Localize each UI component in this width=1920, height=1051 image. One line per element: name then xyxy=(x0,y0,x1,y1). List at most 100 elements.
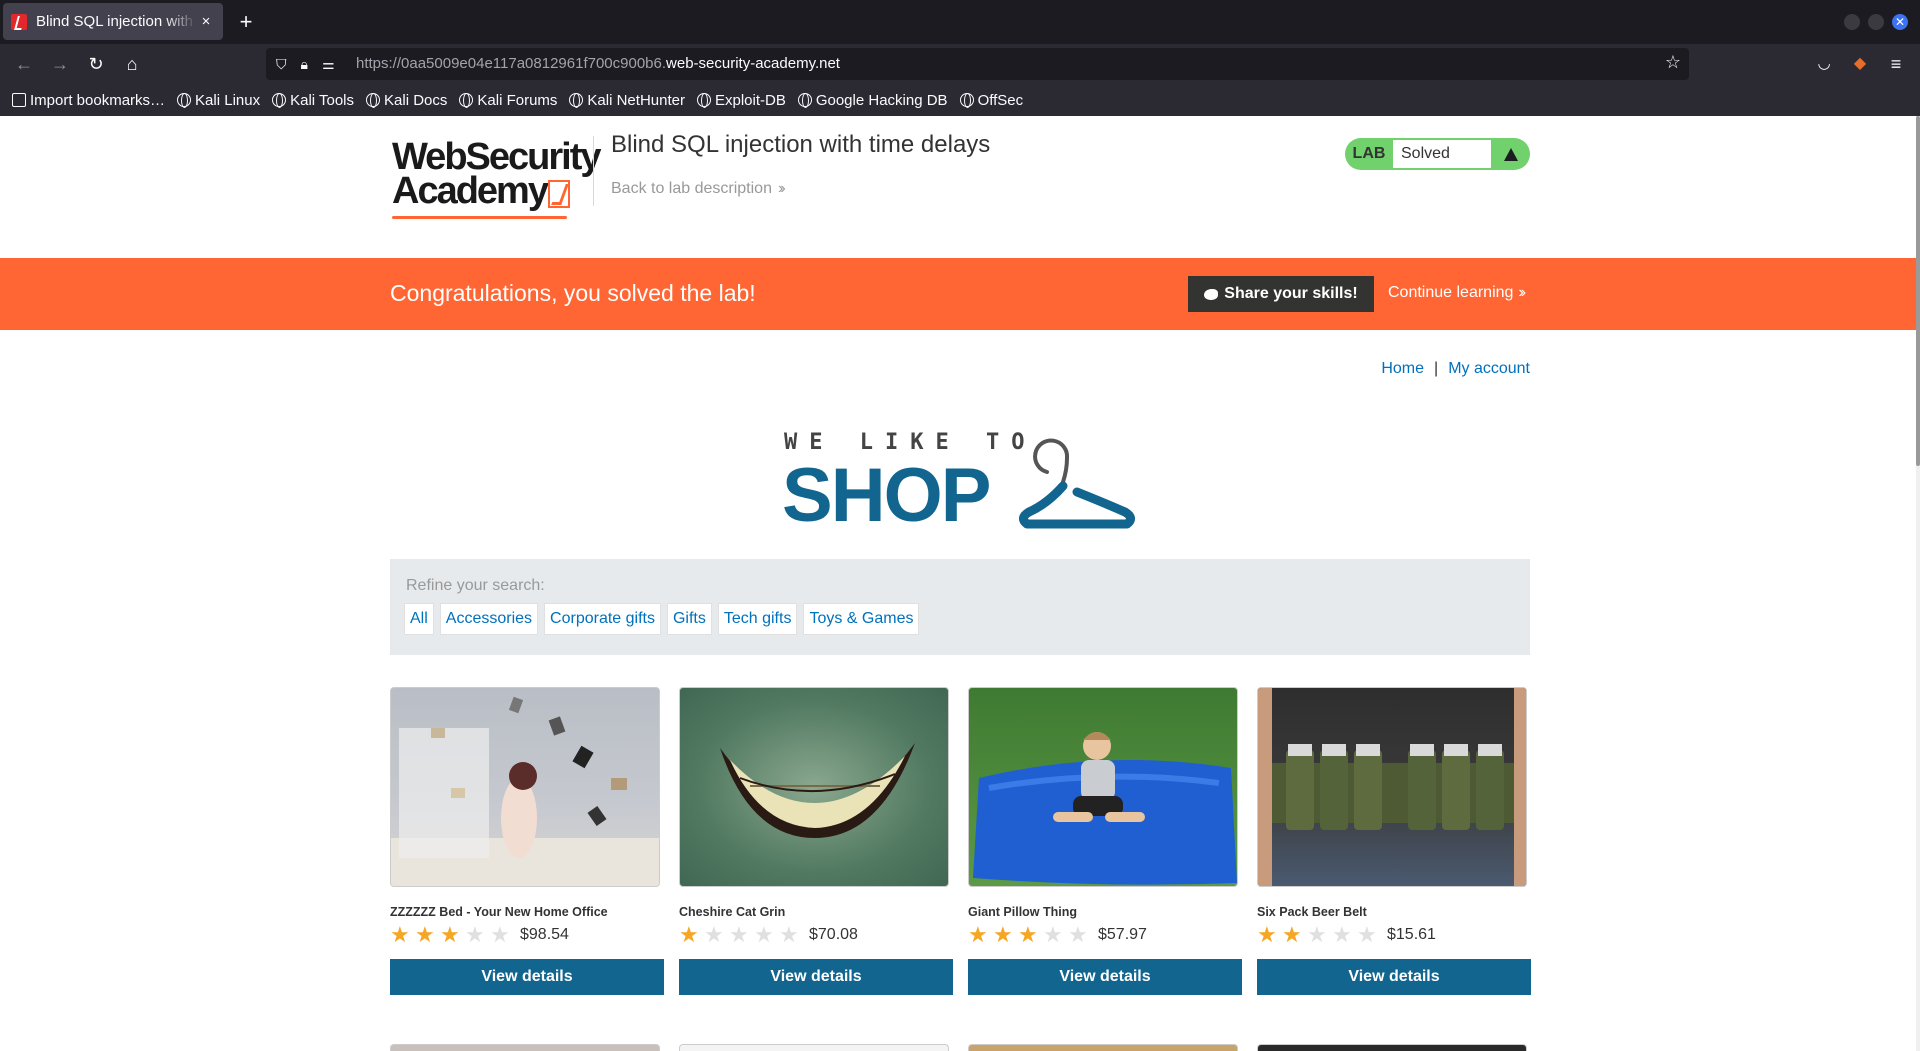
back-arrow-icon[interactable]: ← xyxy=(12,52,36,76)
filter-tech-gifts[interactable]: Tech gifts xyxy=(717,603,798,635)
beer-belt-illustration xyxy=(1258,688,1526,886)
star-empty-icon: ★ xyxy=(1068,922,1088,947)
bookmark-label: Google Hacking DB xyxy=(815,91,948,109)
filter-accessories[interactable]: Accessories xyxy=(439,603,539,635)
star-rating: ★ ★ ★ ★ ★ xyxy=(1257,924,1379,946)
star-empty-icon: ★ xyxy=(754,922,774,947)
product-name: Giant Pillow Thing xyxy=(968,905,1078,919)
bookmark-kali-forums[interactable]: Kali Forums xyxy=(459,92,557,109)
maximize-window-icon[interactable] xyxy=(1868,14,1884,30)
product-image[interactable] xyxy=(679,687,949,887)
url-text[interactable]: https://0aa5009e04e117a0812961f700c900b6… xyxy=(356,55,840,72)
congratulations-message: Congratulations, you solved the lab! xyxy=(390,280,756,306)
logo-underline xyxy=(392,216,567,219)
refine-search-panel: Refine your search: All Accessories Corp… xyxy=(390,559,1530,655)
giant-pillow-illustration xyxy=(973,732,1237,885)
browser-tab-bar: Blind SQL injection with time delays × +… xyxy=(0,0,1920,44)
view-details-button[interactable]: View details xyxy=(390,959,664,995)
product-card: Giant Pillow Thing ★ ★ ★ ★ ★ $57.97 View det… xyxy=(968,687,1242,995)
bookmark-google-hacking-db[interactable]: Google Hacking DB xyxy=(797,91,948,109)
continue-learning-link[interactable]: Continue learning ›› xyxy=(1388,284,1526,302)
globe-icon xyxy=(272,93,287,108)
globe-icon xyxy=(569,93,584,108)
star-filled-icon: ★ xyxy=(390,922,410,947)
address-bar[interactable]: ⛉ 🔒︎ ⚌ https://0aa5009e04e117a0812961f70… xyxy=(266,48,1689,80)
globe-icon xyxy=(459,93,474,108)
bookmark-kali-docs[interactable]: Kali Docs xyxy=(366,92,447,109)
view-details-button[interactable]: View details xyxy=(1257,959,1531,995)
product-price: $70.08 xyxy=(809,926,858,943)
back-to-lab-description-link[interactable]: Back to lab description ›› xyxy=(611,180,785,198)
view-details-button[interactable]: View details xyxy=(968,959,1242,995)
reload-icon[interactable]: ↻ xyxy=(84,52,108,76)
portswigger-favicon-icon xyxy=(11,13,27,30)
globe-icon xyxy=(177,93,192,108)
scrollbar-thumb[interactable] xyxy=(1916,116,1920,466)
home-icon[interactable]: ⌂ xyxy=(120,52,144,76)
product-image-partial[interactable] xyxy=(1257,1044,1527,1051)
permissions-icon[interactable]: ⚌ xyxy=(322,56,335,73)
star-filled-icon: ★ xyxy=(415,922,435,947)
web-security-academy-logo[interactable]: WebSecurity Academy xyxy=(392,136,601,219)
bookmark-kali-nethunter[interactable]: Kali NetHunter xyxy=(569,92,685,109)
product-image-partial[interactable] xyxy=(390,1044,660,1051)
filter-corporate-gifts[interactable]: Corporate gifts xyxy=(544,603,661,635)
globe-icon xyxy=(366,93,381,108)
share-skills-button[interactable]: Share your skills! xyxy=(1188,276,1374,312)
star-empty-icon: ★ xyxy=(490,922,510,947)
pocket-icon[interactable]: ◡ xyxy=(1812,52,1836,76)
product-image[interactable] xyxy=(390,687,660,887)
forward-arrow-icon[interactable]: → xyxy=(48,52,72,76)
my-account-link[interactable]: My account xyxy=(1448,360,1530,377)
close-window-icon[interactable]: ✕ xyxy=(1892,14,1908,30)
home-link[interactable]: Home xyxy=(1381,360,1424,377)
bookmark-label: Kali Tools xyxy=(290,91,355,109)
lock-icon[interactable]: 🔒︎ xyxy=(301,56,308,73)
product-price: $57.97 xyxy=(1098,926,1147,943)
globe-icon xyxy=(696,93,711,108)
bookmark-offsec[interactable]: OffSec xyxy=(959,92,1023,109)
product-image[interactable] xyxy=(1257,687,1527,887)
menu-hamburger-icon[interactable]: ≡ xyxy=(1884,52,1908,76)
filter-gifts[interactable]: Gifts xyxy=(666,603,712,635)
bookmark-import[interactable]: Import bookmarks… xyxy=(12,92,165,109)
we-like-to-shop-logo: WE LIKE TO SHOP xyxy=(782,430,1137,538)
lightning-bolt-icon xyxy=(548,180,570,208)
tracking-shield-icon[interactable]: ⛉ xyxy=(276,56,287,73)
twitter-icon xyxy=(1204,288,1219,300)
lab-title: Blind SQL injection with time delays xyxy=(611,131,991,158)
minimize-window-icon[interactable] xyxy=(1844,14,1860,30)
lab-status-widget: LAB Solved xyxy=(1345,138,1530,170)
star-empty-icon: ★ xyxy=(465,922,485,947)
view-details-button[interactable]: View details xyxy=(679,959,953,995)
star-empty-icon: ★ xyxy=(1357,922,1377,947)
star-filled-icon: ★ xyxy=(1282,922,1302,947)
product-image[interactable] xyxy=(968,687,1238,887)
new-tab-icon[interactable]: + xyxy=(232,8,260,36)
filter-all[interactable]: All xyxy=(404,603,434,635)
star-filled-icon: ★ xyxy=(679,922,699,947)
star-filled-icon: ★ xyxy=(993,922,1013,947)
bookmark-exploit-db[interactable]: Exploit-DB xyxy=(696,92,786,109)
product-card: ZZZZZZ Bed - Your New Home Office ★ ★ ★ ★ ★ … xyxy=(390,687,664,995)
bookmark-label: Kali Linux xyxy=(195,91,261,109)
share-button-label: Share your skills! xyxy=(1224,285,1358,302)
product-image-partial[interactable] xyxy=(968,1044,1238,1051)
back-link-label: Back to lab description xyxy=(611,180,772,197)
browser-nav-bar: ← → ↻ ⌂ ⛉ 🔒︎ ⚌ https://0aa5009e04e117a08… xyxy=(0,44,1920,84)
bed-books-illustration xyxy=(391,696,659,886)
flask-icon xyxy=(1491,147,1530,161)
filter-toys-and-games[interactable]: Toys & Games xyxy=(803,603,920,635)
nav-separator: | xyxy=(1434,360,1439,377)
bookmark-label: Kali Forums xyxy=(477,91,558,109)
browser-tab-active[interactable]: Blind SQL injection with time delays × xyxy=(3,3,223,40)
star-empty-icon: ★ xyxy=(779,922,799,947)
tab-close-icon[interactable]: × xyxy=(197,13,215,30)
bookmark-kali-linux[interactable]: Kali Linux xyxy=(177,92,260,109)
star-filled-icon: ★ xyxy=(968,922,988,947)
product-image-partial[interactable] xyxy=(679,1044,949,1051)
bookmark-star-icon[interactable]: ☆ xyxy=(1665,52,1681,73)
extension-fox-icon[interactable]: ◆ xyxy=(1848,52,1872,76)
continue-learning-label: Continue learning xyxy=(1388,284,1514,301)
bookmark-kali-tools[interactable]: Kali Tools xyxy=(272,92,354,109)
